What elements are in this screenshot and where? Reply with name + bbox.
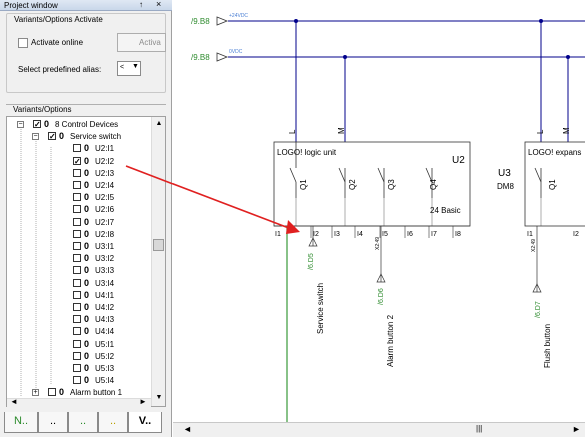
canvas-scroll-right-icon[interactable]: ► xyxy=(572,424,581,434)
drag-arrow-overlay xyxy=(125,165,174,185)
canvas-scroll-left-icon[interactable]: ◄ xyxy=(183,424,192,434)
canvas-horizontal-scrollbar[interactable]: ◄ ||| ► xyxy=(173,422,585,437)
canvas-scroll-thumb[interactable]: ||| xyxy=(476,424,482,433)
